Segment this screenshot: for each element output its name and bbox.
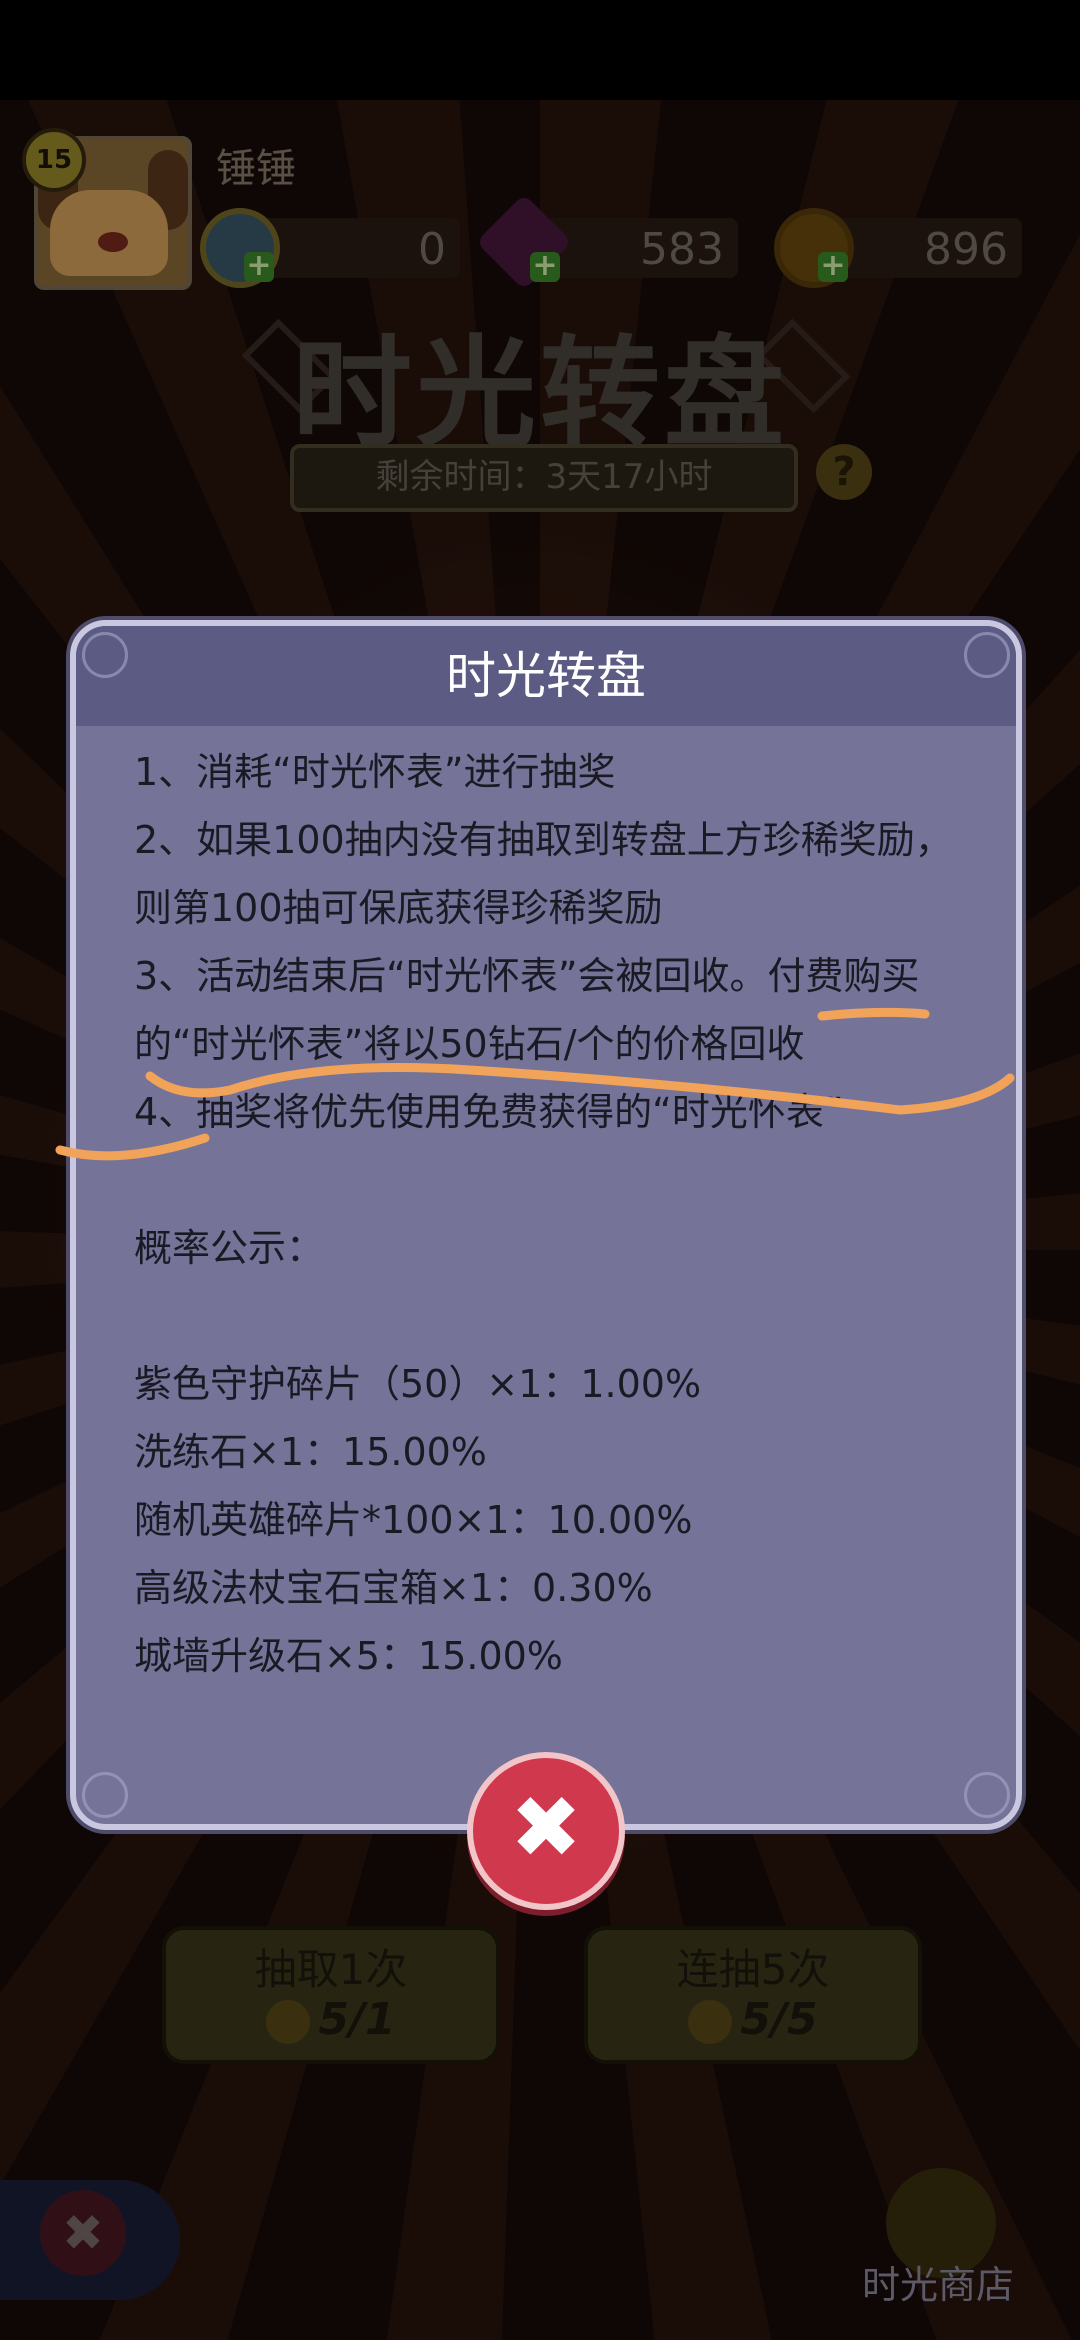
probability-item: 洗练石×1：15.00% <box>134 1430 487 1474</box>
corner-ornament <box>82 1772 128 1818</box>
rules-content[interactable]: 1、消耗“时光怀表”进行抽奖 2、如果100抽内没有抽取到转盘上方珍稀奖励，则第… <box>134 738 964 1738</box>
rule-item: 1、消耗“时光怀表”进行抽奖 <box>134 750 616 794</box>
probability-item: 高级法杖宝石宝箱×1：0.30% <box>134 1566 653 1610</box>
close-icon: ✖ <box>509 1778 583 1878</box>
probability-item: 城墙升级石×5：15.00% <box>134 1634 563 1678</box>
dialog-title: 时光转盘 <box>446 647 646 705</box>
corner-ornament <box>964 632 1010 678</box>
probability-item: 随机英雄碎片*100×1：10.00% <box>134 1498 693 1542</box>
rules-dialog: 时光转盘 1、消耗“时光怀表”进行抽奖 2、如果100抽内没有抽取到转盘上方珍稀… <box>70 620 1022 1830</box>
rule-item: 3、活动结束后“时光怀表”会被回收。付费购买的“时光怀表”将以50钻石/个的价格… <box>134 954 920 1066</box>
probability-heading: 概率公示： <box>134 1226 325 1270</box>
corner-ornament <box>964 1772 1010 1818</box>
rule-item: 4、抽奖将优先使用免费获得的“时光怀表” <box>134 1090 844 1134</box>
corner-ornament <box>82 632 128 678</box>
rule-item: 2、如果100抽内没有抽取到转盘上方珍稀奖励，则第100抽可保底获得珍稀奖励 <box>134 818 953 930</box>
dialog-close-button[interactable]: ✖ <box>467 1752 625 1910</box>
probability-item: 紫色守护碎片（50）×1：1.00% <box>134 1362 702 1406</box>
